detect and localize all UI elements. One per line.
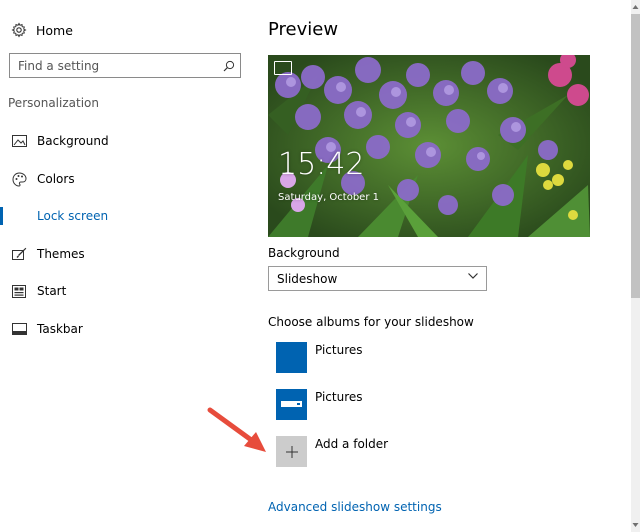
settings-sidebar: Home Personalization Background Colors L… xyxy=(0,0,250,532)
search-input[interactable] xyxy=(10,54,218,77)
picture-icon xyxy=(11,133,27,149)
add-folder-label: Add a folder xyxy=(315,437,389,451)
page-title: Preview xyxy=(268,19,339,40)
sidebar-item-taskbar[interactable]: Taskbar xyxy=(0,316,250,342)
background-label: Background xyxy=(268,246,340,260)
home-nav-item[interactable]: Home xyxy=(10,19,73,41)
sidebar-item-label: Lock screen xyxy=(37,209,109,223)
start-icon xyxy=(11,283,27,299)
search-box[interactable] xyxy=(9,53,241,78)
sidebar-item-label: Colors xyxy=(37,172,75,186)
album-name: Pictures xyxy=(315,390,363,404)
album-item-pictures[interactable]: Pictures xyxy=(276,342,363,373)
vertical-scrollbar[interactable] xyxy=(630,0,640,532)
orchid-photo xyxy=(268,55,590,237)
background-dropdown[interactable]: Slideshow xyxy=(268,266,487,291)
themes-icon xyxy=(11,246,27,262)
advanced-slideshow-settings-link[interactable]: Advanced slideshow settings xyxy=(268,500,442,514)
taskbar-icon xyxy=(11,321,27,337)
drive-tile-icon xyxy=(276,389,307,420)
sidebar-item-label: Background xyxy=(37,134,109,148)
album-name: Pictures xyxy=(315,343,363,357)
scroll-down-arrow-icon[interactable] xyxy=(632,521,639,529)
scroll-up-arrow-icon[interactable] xyxy=(632,3,639,11)
sidebar-item-colors[interactable]: Colors xyxy=(0,166,250,192)
sidebar-item-label: Themes xyxy=(37,247,85,261)
search-icon[interactable] xyxy=(218,60,240,72)
chevron-down-icon xyxy=(467,270,479,285)
sidebar-item-themes[interactable]: Themes xyxy=(0,241,250,267)
lock-screen-settings-panel: Preview 15:42 Saturday, October 1 Backgr… xyxy=(250,0,630,532)
lock-screen-icon xyxy=(11,208,27,224)
lock-screen-preview: 15:42 Saturday, October 1 xyxy=(268,55,590,237)
sidebar-item-label: Taskbar xyxy=(37,322,83,336)
plus-icon xyxy=(276,436,307,467)
dropdown-selected-value: Slideshow xyxy=(277,271,338,286)
home-label: Home xyxy=(36,22,73,38)
sidebar-item-background[interactable]: Background xyxy=(0,128,250,154)
active-indicator xyxy=(0,207,3,225)
albums-label: Choose albums for your slideshow xyxy=(268,315,474,329)
add-folder-button[interactable]: Add a folder xyxy=(276,436,388,467)
folder-tile-icon xyxy=(276,342,307,373)
scrollbar-thumb[interactable] xyxy=(631,14,640,298)
preview-date: Saturday, October 1 xyxy=(278,192,379,203)
sidebar-item-label: Start xyxy=(37,284,67,298)
gear-icon xyxy=(10,21,28,39)
section-label-personalization: Personalization xyxy=(8,96,99,110)
sidebar-item-lock-screen[interactable]: Lock screen xyxy=(0,203,250,229)
preview-clock: 15:42 xyxy=(278,147,365,182)
sidebar-item-start[interactable]: Start xyxy=(0,278,250,304)
slideshow-badge-icon xyxy=(274,61,292,75)
palette-icon xyxy=(11,171,27,187)
album-item-pictures-drive[interactable]: Pictures xyxy=(276,389,363,420)
